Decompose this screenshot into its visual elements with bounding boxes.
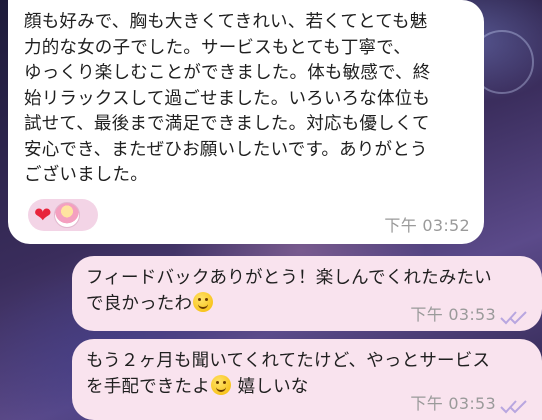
smiling-face-emoji-icon (193, 291, 214, 312)
message-timestamp: 下午 03:52 (384, 216, 470, 235)
message-text-part: 嬉しいな (231, 376, 309, 397)
message-timestamp: 下午 03:53 (410, 305, 496, 324)
message-timestamp: 下午 03:53 (410, 394, 496, 413)
heart-reaction-icon: ❤ (34, 202, 52, 227)
avatar-sticker-icon (53, 202, 80, 228)
outgoing-message-bubble[interactable]: フィードバックありがとう！楽しんでくれたみたい で良かったわ 下午 03:53 (72, 256, 542, 331)
double-check-icon (500, 400, 527, 414)
incoming-message-bubble[interactable]: 顔も好みで、胸も大きくてきれい、若くてとても魅 力的な女の子でした。サービスもと… (8, 0, 484, 244)
double-check-icon (500, 311, 527, 325)
outgoing-message-bubble[interactable]: もう２ヶ月も聞いてくれてたけど、やっとサービス を手配できたよ 嬉しいな 下午 … (72, 339, 542, 420)
incoming-message-text: 顔も好みで、胸も大きくてきれい、若くてとても魅 力的な女の子でした。サービスもと… (24, 12, 431, 185)
smiling-face-emoji-icon (210, 374, 231, 395)
message-reactions[interactable]: ❤ (28, 199, 98, 231)
